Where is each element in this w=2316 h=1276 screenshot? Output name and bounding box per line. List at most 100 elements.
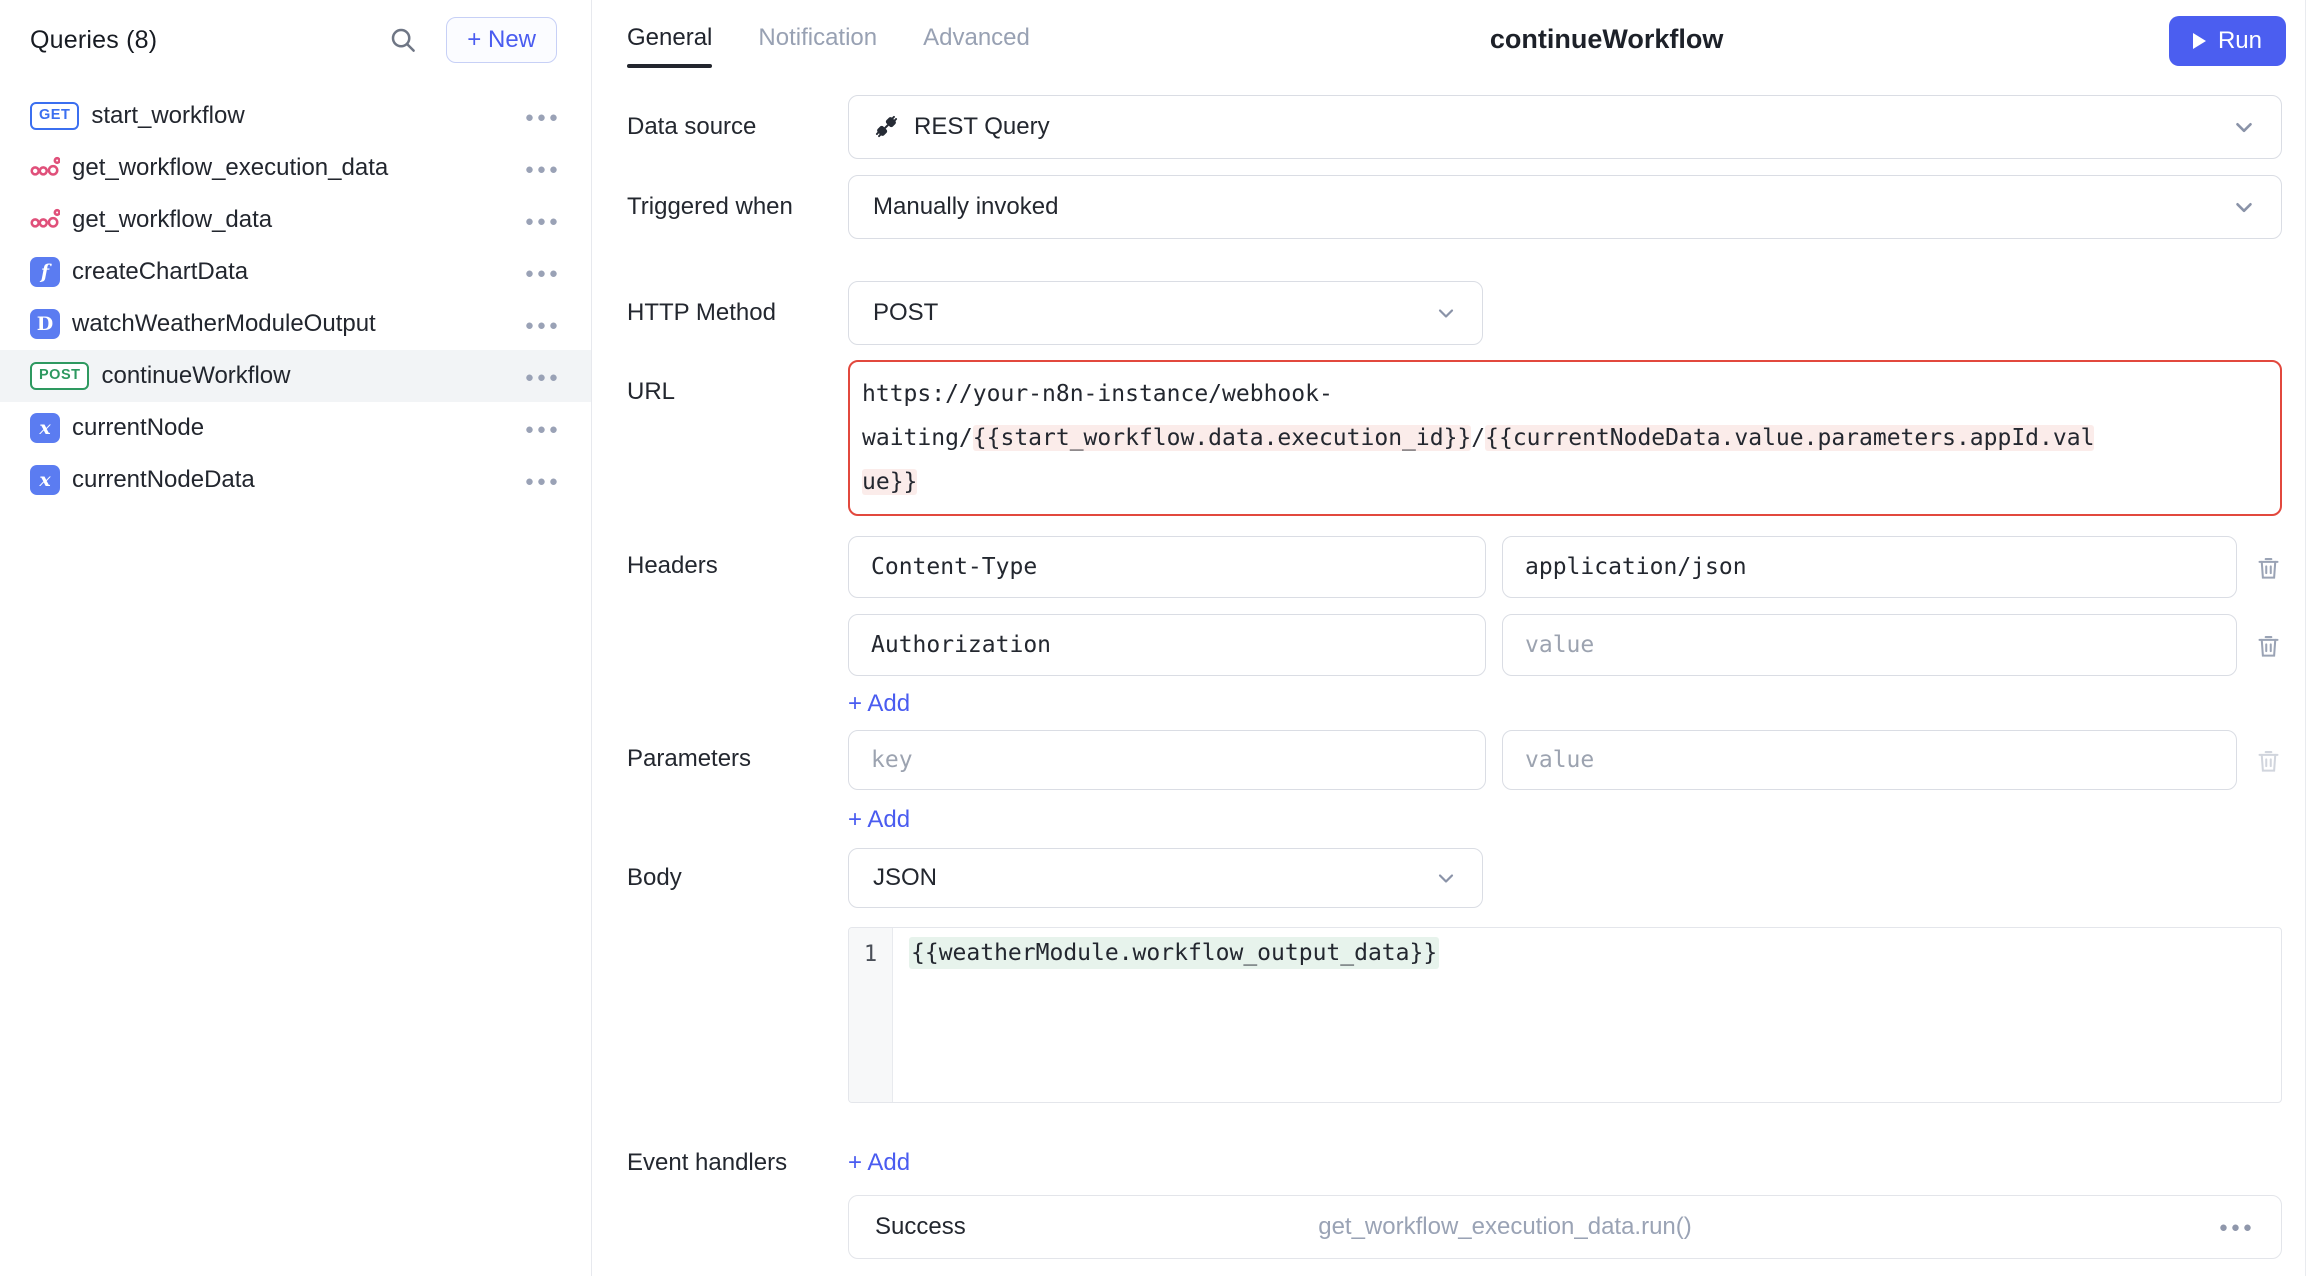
line-number-gutter: 1 (849, 928, 893, 1102)
trash-icon[interactable] (2255, 747, 2282, 774)
event-action: get_workflow_execution_data.run() (849, 1213, 2161, 1241)
tab-advanced[interactable]: Advanced (923, 24, 1030, 78)
chevron-down-icon (1434, 301, 1458, 325)
query-item-createChartData[interactable]: f createChartData ●●● (0, 246, 591, 298)
event-handlers-header: + Add (848, 1145, 2282, 1181)
add-event-handler-button[interactable]: + Add (848, 1149, 910, 1177)
query-menu-icon[interactable]: ●●● (525, 264, 561, 281)
run-button[interactable]: Run (2169, 16, 2286, 66)
template-token: {{currentNodeData.value.parameters.appId… (1485, 425, 2094, 451)
header-row (848, 536, 2282, 598)
data-badge-icon: D (30, 309, 60, 339)
chevron-down-icon (2231, 194, 2257, 220)
query-menu-icon[interactable]: ●●● (525, 368, 561, 385)
tab-notification[interactable]: Notification (758, 24, 877, 78)
query-editor-panel: General Notification Advanced continueWo… (592, 0, 2316, 1276)
body-code-editor[interactable]: 1 {{weatherModule.workflow_output_data}} (848, 927, 2282, 1103)
query-list: GET start_workflow ●●● get_workflow_exec… (0, 90, 591, 506)
post-badge: POST (30, 362, 89, 389)
url-input[interactable]: https://your-n8n-instance/webhook- waiti… (848, 360, 2282, 516)
workflow-icon (30, 208, 60, 232)
header-key-input[interactable] (848, 536, 1486, 598)
header-value-input[interactable] (1502, 536, 2237, 598)
parameter-row (848, 730, 2282, 790)
search-icon[interactable] (386, 23, 420, 57)
query-name: currentNode (72, 414, 204, 442)
query-menu-icon[interactable]: ●●● (525, 160, 561, 177)
new-query-button[interactable]: + New (446, 17, 557, 63)
get-badge: GET (30, 102, 79, 129)
trash-icon[interactable] (2255, 554, 2282, 581)
trash-icon[interactable] (2255, 632, 2282, 659)
data-source-value: REST Query (914, 113, 1050, 141)
query-menu-icon[interactable]: ●●● (525, 212, 561, 229)
query-name: watchWeatherModuleOutput (72, 310, 376, 338)
add-parameter-button[interactable]: + Add (848, 806, 910, 834)
triggered-when-label: Triggered when (627, 193, 848, 221)
headers-row: Headers (627, 536, 2316, 718)
variable-badge-icon: x (30, 465, 60, 495)
variable-badge-icon: x (30, 413, 60, 443)
data-source-select[interactable]: REST Query (848, 95, 2282, 159)
headers-label: Headers (627, 536, 848, 718)
query-item-currentNodeData[interactable]: x currentNodeData ●●● (0, 454, 591, 506)
data-source-label: Data source (627, 113, 848, 141)
query-item-get_workflow_execution_data[interactable]: get_workflow_execution_data ●●● (0, 142, 591, 194)
event-handlers-label: Event handlers (627, 1145, 848, 1259)
sidebar-header: Queries (8) + New (0, 14, 591, 66)
query-item-get_workflow_data[interactable]: get_workflow_data ●●● (0, 194, 591, 246)
http-method-row: HTTP Method POST (627, 281, 2316, 344)
query-menu-icon[interactable]: ●●● (525, 472, 561, 489)
body-type-select[interactable]: JSON (848, 848, 1483, 908)
query-item-currentNode[interactable]: x currentNode ●●● (0, 402, 591, 454)
url-line: https://your-n8n-instance/webhook- (862, 372, 2268, 416)
url-row: URL https://your-n8n-instance/webhook- w… (627, 360, 2316, 516)
header-key-input[interactable] (848, 614, 1486, 676)
parameter-key-input[interactable] (848, 730, 1486, 790)
body-label: Body (627, 864, 848, 892)
url-label: URL (627, 360, 848, 516)
query-editor-app: Queries (8) + New GET start_workflow ●●● (0, 0, 2316, 1276)
query-item-continueWorkflow[interactable]: POST continueWorkflow ●●● (0, 350, 591, 402)
header-row (848, 614, 2282, 676)
query-name: get_workflow_data (72, 206, 272, 234)
query-name: get_workflow_execution_data (72, 154, 388, 182)
plug-icon (873, 113, 900, 140)
http-method-select[interactable]: POST (848, 281, 1483, 345)
template-token: {{start_workflow.data.execution_id}} (973, 425, 1472, 451)
query-name: continueWorkflow (101, 362, 290, 390)
scrollbar-track[interactable] (2305, 0, 2306, 1276)
body-editor-row: 1 {{weatherModule.workflow_output_data}} (627, 927, 2316, 1103)
body-type-value: JSON (873, 864, 937, 892)
code-line[interactable]: {{weatherModule.workflow_output_data}} (893, 928, 2281, 1102)
query-menu-icon[interactable]: ●●● (525, 316, 561, 333)
url-line: waiting/{{start_workflow.data.execution_… (862, 416, 2268, 460)
add-header-button[interactable]: + Add (848, 690, 910, 718)
template-token: {{weatherModule.workflow_output_data}} (909, 937, 1439, 969)
query-name: currentNodeData (72, 466, 255, 494)
event-menu-icon[interactable]: ●●● (2219, 1220, 2255, 1235)
tab-general[interactable]: General (627, 24, 712, 78)
query-item-start_workflow[interactable]: GET start_workflow ●●● (0, 90, 591, 142)
query-title: continueWorkflow (1490, 24, 1724, 55)
triggered-when-value: Manually invoked (873, 193, 1058, 221)
editor-header: General Notification Advanced continueWo… (627, 0, 2316, 94)
query-name: createChartData (72, 258, 248, 286)
header-value-input[interactable] (1502, 614, 2237, 676)
editor-tabs: General Notification Advanced (627, 24, 1030, 78)
triggered-when-select[interactable]: Manually invoked (848, 175, 2282, 239)
template-token: ue}} (862, 469, 917, 495)
query-menu-icon[interactable]: ●●● (525, 420, 561, 437)
query-menu-icon[interactable]: ●●● (525, 108, 561, 125)
event-handler-success-row[interactable]: Success get_workflow_execution_data.run(… (848, 1195, 2282, 1259)
chevron-down-icon (2231, 114, 2257, 140)
url-line: ue}} (862, 460, 2268, 504)
workflow-icon (30, 156, 60, 180)
triggered-when-row: Triggered when Manually invoked (627, 175, 2316, 239)
chevron-down-icon (1434, 866, 1458, 890)
queries-title: Queries (8) (30, 26, 157, 55)
parameter-value-input[interactable] (1502, 730, 2237, 790)
query-item-watchWeatherModuleOutput[interactable]: D watchWeatherModuleOutput ●●● (0, 298, 591, 350)
body-row: Body JSON (627, 848, 2316, 908)
parameters-row: Parameters + Add (627, 730, 2316, 834)
